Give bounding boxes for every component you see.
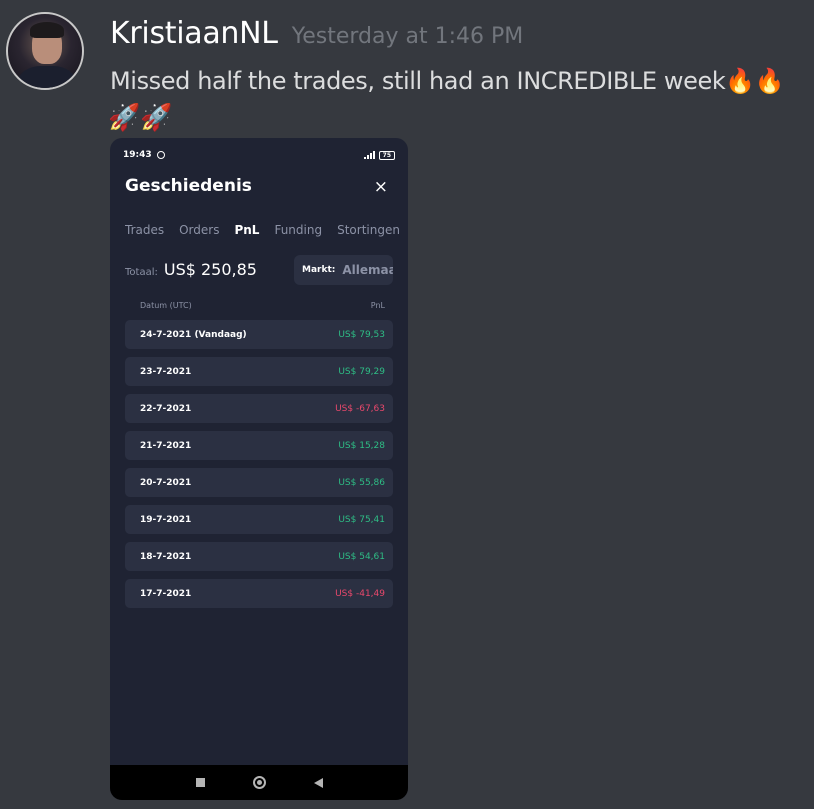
row-pnl: US$ -41,49 xyxy=(335,588,385,599)
total-pnl: Totaal: US$ 250,85 xyxy=(125,260,257,279)
tab-pnl[interactable]: PnL xyxy=(234,223,259,237)
tab-funding[interactable]: Funding xyxy=(274,223,322,237)
tab-stortingen[interactable]: Stortingen xyxy=(337,223,400,237)
pnl-row[interactable]: 21-7-2021 US$ 15,28 xyxy=(125,431,393,460)
status-time: 19:43 xyxy=(123,150,152,160)
nav-home-icon[interactable] xyxy=(252,776,266,789)
total-value: US$ 250,85 xyxy=(163,260,257,279)
row-date: 21-7-2021 xyxy=(140,440,192,451)
pnl-row[interactable]: 22-7-2021 US$ -67,63 xyxy=(125,394,393,423)
message-timestamp: Yesterday at 1:46 PM xyxy=(291,24,524,49)
alarm-icon xyxy=(156,151,165,159)
column-date: Datum (UTC) xyxy=(140,301,192,310)
row-date: 18-7-2021 xyxy=(140,551,192,562)
row-pnl: US$ 15,28 xyxy=(338,440,385,451)
row-date: 22-7-2021 xyxy=(140,403,192,414)
pnl-row[interactable]: 24-7-2021 (Vandaag) US$ 79,53 xyxy=(125,320,393,349)
message-text: Missed half the trades, still had an INC… xyxy=(110,64,814,98)
avatar-body xyxy=(18,66,76,88)
market-filter[interactable]: Markt: Allemaal xyxy=(294,255,393,285)
message-body: Missed half the trades, still had an INC… xyxy=(110,67,726,95)
market-filter-label: Markt: xyxy=(302,265,336,275)
message-header: KristiaanNL Yesterday at 1:46 PM xyxy=(110,16,523,51)
rocket-emoji: 🚀🚀 xyxy=(108,103,173,133)
pnl-row[interactable]: 18-7-2021 US$ 54,61 xyxy=(125,542,393,571)
nav-recents-icon[interactable] xyxy=(195,778,205,787)
page-title: Geschiedenis xyxy=(125,176,252,196)
android-nav-bar xyxy=(110,765,408,800)
row-pnl: US$ 54,61 xyxy=(338,551,385,562)
avatar-hair xyxy=(30,22,64,38)
user-avatar[interactable] xyxy=(6,12,84,90)
row-date: 17-7-2021 xyxy=(140,588,192,599)
row-pnl: US$ 55,86 xyxy=(338,477,385,488)
row-pnl: US$ -67,63 xyxy=(335,403,385,414)
market-filter-value: Allemaal xyxy=(342,263,393,277)
pnl-row[interactable]: 17-7-2021 US$ -41,49 xyxy=(125,579,393,608)
battery-icon: 75 xyxy=(378,150,395,160)
pnl-row[interactable]: 20-7-2021 US$ 55,86 xyxy=(125,468,393,497)
screenshot-attachment[interactable]: 19:43 75 Geschiedenis × Trades Orders Pn… xyxy=(110,138,408,800)
pnl-list: 24-7-2021 (Vandaag) US$ 79,53 23-7-2021 … xyxy=(125,320,393,608)
fire-emoji: 🔥🔥 xyxy=(725,67,785,95)
row-date: 19-7-2021 xyxy=(140,514,192,525)
tab-orders[interactable]: Orders xyxy=(179,223,219,237)
row-pnl: US$ 79,53 xyxy=(338,329,385,340)
signal-icon xyxy=(363,151,375,159)
row-date: 24-7-2021 (Vandaag) xyxy=(140,329,247,340)
tab-trades[interactable]: Trades xyxy=(125,223,164,237)
total-label: Totaal: xyxy=(125,267,158,278)
status-bar: 19:43 75 xyxy=(110,138,408,172)
table-header: Datum (UTC) PnL xyxy=(140,301,385,310)
row-pnl: US$ 75,41 xyxy=(338,514,385,525)
pnl-row[interactable]: 23-7-2021 US$ 79,29 xyxy=(125,357,393,386)
column-pnl: PnL xyxy=(370,301,385,310)
close-icon[interactable]: × xyxy=(374,178,388,196)
nav-back-icon[interactable] xyxy=(313,777,323,788)
username[interactable]: KristiaanNL xyxy=(110,16,278,51)
row-date: 20-7-2021 xyxy=(140,477,192,488)
row-pnl: US$ 79,29 xyxy=(338,366,385,377)
pnl-row[interactable]: 19-7-2021 US$ 75,41 xyxy=(125,505,393,534)
history-tabs: Trades Orders PnL Funding Stortingen O xyxy=(125,223,408,237)
row-date: 23-7-2021 xyxy=(140,366,192,377)
